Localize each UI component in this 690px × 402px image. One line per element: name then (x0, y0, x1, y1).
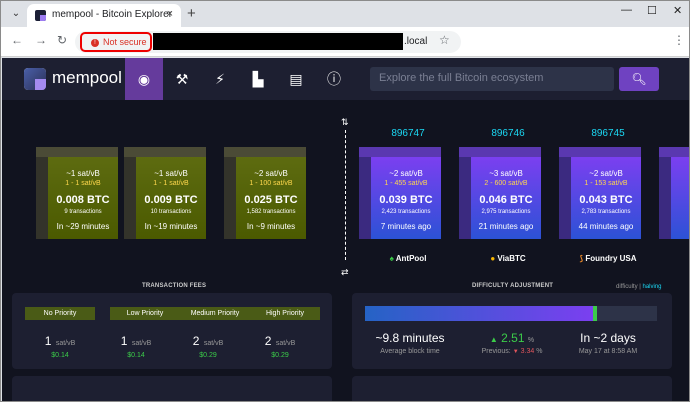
search-placeholder: Explore the full Bitcoin ecosystem (379, 72, 544, 84)
lower-card-right (352, 376, 672, 401)
tab-title: mempool - Bitcoin Explorer (52, 9, 173, 20)
next-adjustment-eta: In ~2 days May 17 at 8:58 AM (578, 331, 638, 355)
pending-block[interactable]: ~1 sat/vB 1 - 1 sat/vB 0.008 BTC 9 trans… (36, 147, 118, 239)
difficulty-card: ~9.8 minutes Average block time ▲ 2.51 %… (352, 293, 672, 369)
not-secure-label: Not secure (103, 37, 147, 47)
not-secure-chip[interactable]: ! Not secure (80, 32, 152, 52)
forward-icon[interactable]: → (35, 33, 47, 47)
block-height-link[interactable]: 896746 (467, 128, 549, 139)
fee-medium-priority: 2 sat/vB $0.29 (192, 334, 224, 359)
high-priority-label: High Priority (265, 310, 305, 317)
pending-block[interactable]: ~2 sat/vB 1 - 100 sat/vB 0.025 BTC 1,582… (224, 147, 306, 239)
browser-window: ⌄ mempool - Bitcoin Explorer × + — ☐ ✕ ←… (0, 0, 690, 402)
up-arrow-icon: ▲ (489, 335, 498, 344)
about-info-icon[interactable]: ⓘ (315, 58, 353, 100)
lightning-icon[interactable]: ⚡ (201, 58, 239, 100)
difficulty-progress-fill (365, 306, 593, 321)
difficulty-halving-toggle[interactable]: difficulty | halving (616, 284, 662, 290)
fees-card: No Priority Low Priority Medium Priority… (12, 293, 332, 369)
mined-block[interactable]: ~2 sat/vB 1 - 455 sat/vB 0.039 BTC 2,423… (359, 147, 441, 239)
difficulty-link[interactable]: difficulty (616, 284, 638, 290)
dashboard-icon[interactable]: ◉ (125, 58, 163, 100)
top-navbar: mempool ◉ ⚒ ⚡ ▙ ▤ ⓘ Explore the full Bit… (2, 58, 689, 100)
fee-low-priority: 1 sat/vB $0.14 (120, 334, 152, 359)
pool-name[interactable]: ● ViaBTC (467, 254, 549, 263)
swap-direction-icon[interactable]: ⇅ (341, 117, 349, 128)
new-tab-button[interactable]: + (187, 5, 196, 22)
url-suffix: .local (404, 36, 428, 47)
fee-no-priority: 1 sat/vB $0.14 (44, 334, 76, 359)
docs-book-icon[interactable]: ▤ (277, 58, 315, 100)
mempool-divider (345, 130, 346, 260)
difficulty-progress-marker (593, 306, 597, 321)
bookmark-star-icon[interactable]: ☆ (439, 33, 450, 47)
no-priority-label: No Priority (25, 307, 95, 320)
search-input[interactable]: Explore the full Bitcoin ecosystem (370, 67, 614, 91)
pending-block[interactable]: ~1 sat/vB 1 - 1 sat/vB 0.009 BTC 10 tran… (124, 147, 206, 239)
difficulty-change: ▲ 2.51 % Previous: ▼ 3.34 % (481, 331, 543, 355)
avg-block-time: ~9.8 minutes Average block time (375, 331, 445, 355)
tab-close-icon[interactable]: × (167, 8, 173, 20)
back-icon[interactable]: ← (11, 33, 23, 47)
pool-name[interactable]: ♠ AntPool (367, 254, 449, 263)
redacted-hostname (153, 33, 403, 50)
maximize-icon[interactable]: ☐ (647, 4, 657, 17)
browser-tab[interactable]: mempool - Bitcoin Explorer × (27, 4, 181, 27)
mined-block-partial[interactable] (659, 147, 689, 239)
priority-bar: No Priority Low Priority Medium Priority… (25, 307, 320, 320)
medium-priority-label: Medium Priority (190, 310, 240, 317)
tab-strip: ⌄ mempool - Bitcoin Explorer × + — ☐ ✕ (1, 1, 689, 27)
mempool-favicon-icon (35, 10, 46, 21)
mempool-page: mempool ◉ ⚒ ⚡ ▙ ▤ ⓘ Explore the full Bit… (2, 58, 689, 401)
difficulty-progress-bar (365, 306, 657, 321)
block-height-link[interactable]: 896747 (367, 128, 449, 139)
minimize-icon[interactable]: — (621, 4, 632, 16)
mempool-logo-icon[interactable] (24, 68, 46, 90)
mined-block[interactable]: ~3 sat/vB 2 - 600 sat/vB 0.046 BTC 2,975… (459, 147, 541, 239)
reload-icon[interactable]: ↻ (57, 33, 67, 47)
close-window-icon[interactable]: ✕ (673, 4, 682, 17)
difficulty-title: DIFFICULTY ADJUSTMENT (472, 283, 554, 289)
halving-link[interactable]: halving (642, 284, 661, 290)
pool-name[interactable]: ⟆ Foundry USA (567, 254, 649, 263)
search-button[interactable]: 🔍︎ (619, 67, 659, 91)
swap-direction-icon[interactable]: ⇄ (341, 267, 349, 278)
transaction-fees-title: TRANSACTION FEES (142, 283, 207, 289)
fee-high-priority: 2 sat/vB $0.29 (264, 334, 296, 359)
down-arrow-icon: ▼ (512, 349, 519, 355)
low-priority-label: Low Priority (126, 310, 164, 317)
browser-menu-icon[interactable]: ⋮ (673, 33, 685, 47)
lower-card-left (12, 376, 332, 401)
block-height-link[interactable]: 896745 (567, 128, 649, 139)
warning-icon: ! (91, 39, 99, 47)
tab-search-chevron-icon[interactable]: ⌄ (7, 6, 25, 22)
search-icon: 🔍︎ (631, 72, 647, 86)
mining-hammer-icon[interactable]: ⚒ (163, 58, 201, 100)
brand-name[interactable]: mempool (52, 68, 122, 88)
graphs-icon[interactable]: ▙ (239, 58, 277, 100)
mined-block[interactable]: ~2 sat/vB 1 - 153 sat/vB 0.043 BTC 2,783… (559, 147, 641, 239)
